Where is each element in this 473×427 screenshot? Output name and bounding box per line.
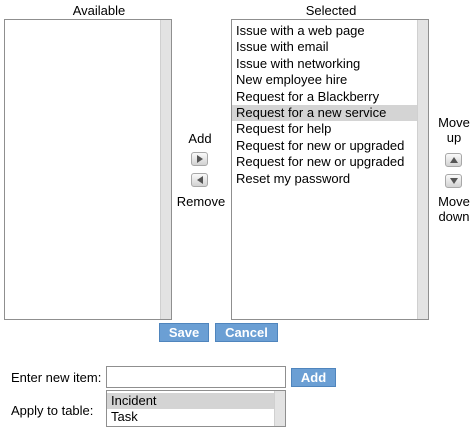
apply-table-items: Incident Task: [107, 393, 274, 426]
apply-table-label: Apply to table:: [11, 403, 94, 418]
move-down-label: Move down: [434, 194, 473, 224]
selected-heading: Selected: [305, 3, 357, 18]
selected-scrollbar[interactable]: [417, 20, 428, 319]
list-item[interactable]: Request for new or upgraded: [232, 138, 417, 154]
move-down-label-line2: down: [438, 209, 470, 224]
move-up-label-line1: Move: [438, 115, 470, 130]
list-item[interactable]: New employee hire: [232, 72, 417, 88]
available-heading: Available: [72, 3, 126, 18]
add-label: Add: [188, 131, 212, 146]
list-item[interactable]: Task: [107, 409, 274, 425]
available-listbox[interactable]: [4, 19, 172, 320]
arrow-up-icon: [449, 157, 458, 163]
new-item-label: Enter new item:: [11, 370, 102, 385]
list-item[interactable]: Request for a Blackberry: [232, 89, 417, 105]
move-up-label: Move up: [434, 115, 473, 145]
arrow-right-icon: [196, 155, 203, 163]
list-item[interactable]: Request for a new service: [232, 104, 417, 122]
list-item[interactable]: Request for new or upgraded: [232, 154, 417, 170]
cancel-button[interactable]: Cancel: [215, 323, 278, 342]
selected-items: Issue with a web page Issue with email Iss…: [232, 23, 417, 187]
save-button[interactable]: Save: [159, 323, 209, 342]
move-up-button[interactable]: [445, 153, 462, 167]
apply-table-listbox[interactable]: Incident Task: [106, 390, 286, 427]
list-item[interactable]: Issue with a web page: [232, 23, 417, 39]
arrow-left-icon: [196, 176, 203, 184]
remove-button[interactable]: [191, 173, 208, 187]
move-down-label-line1: Move: [438, 194, 470, 209]
arrow-down-icon: [449, 178, 458, 184]
apply-table-scrollbar[interactable]: [274, 391, 285, 426]
move-up-label-line2: up: [446, 130, 462, 145]
selected-listbox[interactable]: Issue with a web page Issue with email Iss…: [231, 19, 429, 320]
list-item[interactable]: Issue with email: [232, 39, 417, 55]
list-item[interactable]: Incident: [107, 393, 274, 410]
move-down-button[interactable]: [445, 174, 462, 188]
list-item[interactable]: Reset my password: [232, 171, 417, 187]
available-scrollbar[interactable]: [160, 20, 171, 319]
add-button[interactable]: [191, 152, 208, 166]
new-item-input[interactable]: [106, 366, 286, 388]
list-item[interactable]: Issue with networking: [232, 56, 417, 72]
remove-label: Remove: [176, 194, 226, 209]
list-item[interactable]: Request for help: [232, 121, 417, 137]
new-item-add-button[interactable]: Add: [291, 368, 336, 387]
